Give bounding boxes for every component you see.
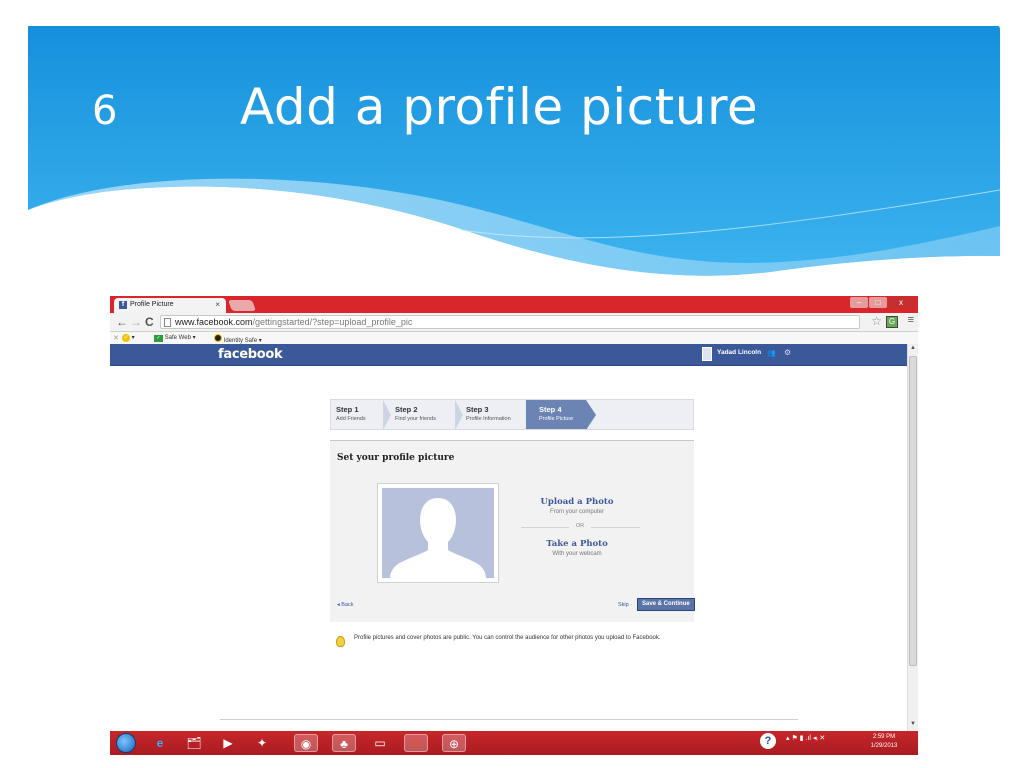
slide-number: 6 — [92, 88, 118, 134]
facebook-logo[interactable]: facebook — [218, 347, 283, 362]
default-avatar-silhouette-icon — [390, 498, 486, 578]
internet-explorer-icon[interactable]: e — [148, 734, 172, 752]
step-title: Step 2 — [395, 405, 418, 414]
step-title: Step 3 — [466, 405, 489, 414]
safe-web-menu[interactable]: ✓ Safe Web ▾ — [154, 334, 196, 342]
step-3[interactable]: Step 3 Profile Information — [466, 400, 511, 429]
chrome-icon[interactable]: ◉ — [294, 734, 318, 752]
taskbar-clock[interactable]: 2:59 PM 1/29/2013 — [862, 733, 906, 751]
window-controls: – □ x — [850, 297, 914, 309]
address-bar-row: ← → C www.facebook.com/gettingstarted/?s… — [110, 313, 918, 332]
step-1[interactable]: Step 1 Add Friends — [336, 400, 366, 429]
step-2[interactable]: Step 2 Find your friends — [395, 400, 436, 429]
extension-icon[interactable]: G — [886, 316, 898, 328]
avatar[interactable] — [702, 347, 712, 361]
maximize-button[interactable]: □ — [869, 297, 887, 308]
profile-picture-card: Set your profile picture Upload a Photo … — [330, 440, 695, 622]
norton-toolbar: ✕ ✓ ▾ ✓ Safe Web ▾ Identity Safe ▾ — [110, 332, 918, 344]
friend-requests-icon[interactable]: 👥 — [767, 349, 776, 357]
scroll-thumb[interactable] — [909, 356, 917, 666]
save-and-continue-button[interactable]: Save & Continue — [637, 598, 695, 611]
scroll-up-icon[interactable]: ▲ — [910, 345, 916, 351]
facebook-favicon-icon: f — [119, 301, 127, 309]
user-name-link[interactable]: Yadad Lincoln — [717, 349, 761, 356]
back-link[interactable]: ◂ Back — [337, 602, 354, 608]
upload-photo-subtitle: From your computer — [549, 509, 604, 515]
tab-title: Profile Picture — [130, 301, 174, 308]
card-title: Set your profile picture — [337, 453, 455, 463]
help-icon[interactable]: ? — [760, 733, 776, 749]
step-subtitle: Profile Information — [466, 416, 511, 422]
step-subtitle: Profile Picture — [539, 416, 574, 422]
start-button[interactable] — [116, 733, 136, 753]
privacy-notice-text: Profile pictures and cover photos are pu… — [354, 635, 661, 641]
slide-title: Add a profile picture — [240, 78, 759, 136]
gear-icon[interactable]: ⚙ — [784, 348, 791, 357]
check-icon: ✓ — [122, 334, 130, 342]
browser-screenshot: f Profile Picture × – □ x ← → C www.face… — [110, 296, 918, 755]
safe-web-icon: ✓ — [154, 335, 163, 342]
url-domain: www.facebook.com — [175, 317, 253, 327]
menu-icon[interactable]: ≡ — [908, 314, 914, 326]
computer-icon[interactable]: ▭ — [368, 734, 392, 752]
globe-icon[interactable]: ⊕ — [442, 734, 466, 752]
step-divider — [455, 400, 463, 430]
step-divider — [383, 400, 391, 430]
lightbulb-icon — [336, 636, 345, 647]
url-input[interactable]: www.facebook.com/gettingstarted/?step=up… — [160, 315, 860, 329]
step-subtitle: Add Friends — [336, 416, 366, 422]
clock-date: 1/29/2013 — [870, 743, 898, 749]
new-tab-button[interactable] — [227, 300, 257, 311]
step-4[interactable]: Step 4 Profile Picture — [539, 400, 573, 429]
tab-close-icon[interactable]: × — [215, 300, 220, 309]
browser-tab[interactable]: f Profile Picture × — [114, 298, 226, 313]
system-tray-icons[interactable]: ▴ ⚑ ▮ .ıl ◂ᵢ ✕ — [786, 734, 825, 752]
footer-divider — [220, 719, 798, 720]
safe-web-label: Safe Web ▾ — [164, 335, 196, 341]
norton-check-menu[interactable]: ✓ ▾ — [122, 334, 135, 342]
forward-arrow-icon[interactable]: → — [130, 315, 142, 329]
dropbox-icon[interactable]: ✦ — [250, 734, 274, 752]
powerpoint-icon[interactable]: P — [404, 734, 428, 752]
page-scrollbar[interactable]: ▲ ▼ — [907, 344, 918, 731]
skip-link[interactable]: Skip · — [618, 602, 632, 608]
or-label: OR — [569, 523, 591, 529]
step-subtitle: Find your friends — [395, 416, 436, 422]
upload-photo-link[interactable]: Upload a Photo — [510, 497, 644, 507]
profile-photo-placeholder — [377, 483, 499, 583]
take-photo-subtitle: With your webcam — [552, 551, 602, 557]
windows-taskbar: e 🗂 ▶ ✦ ◉ ♣ ▭ P ⊕ ? ▴ ⚑ ▮ .ıl ◂ᵢ ✕ 2:59 … — [110, 731, 918, 755]
page-icon — [164, 318, 171, 327]
app-icon[interactable]: ♣ — [332, 734, 356, 752]
silhouette-image — [382, 488, 494, 578]
facebook-header-bar: facebook Yadad Lincoln 👥 ⚙ — [110, 344, 907, 366]
media-player-icon[interactable]: ▶ — [216, 734, 240, 752]
getting-started-steps: Step 1 Add Friends Step 2 Find your frie… — [330, 399, 694, 430]
window-title-bar: f Profile Picture × – □ x — [110, 296, 918, 313]
header-wave-graphic — [28, 26, 1001, 276]
step-title: Step 4 — [539, 405, 562, 414]
take-photo-link[interactable]: Take a Photo — [510, 539, 644, 549]
active-step-arrow — [586, 400, 596, 430]
identity-safe-menu[interactable]: Identity Safe ▾ — [214, 334, 262, 344]
slide-header-banner: 6 Add a profile picture — [0, 0, 1024, 300]
close-window-button[interactable]: x — [888, 297, 914, 308]
url-path: /gettingstarted/?step=upload_profile_pic — [252, 317, 413, 327]
clock-time: 2:59 PM — [872, 734, 896, 740]
toolbar-close-icon[interactable]: ✕ — [113, 334, 119, 342]
file-explorer-icon[interactable]: 🗂 — [182, 734, 206, 752]
step-title: Step 1 — [336, 405, 359, 414]
bookmark-star-icon[interactable]: ☆ — [871, 314, 882, 328]
back-arrow-icon[interactable]: ← — [116, 315, 128, 329]
reload-icon[interactable]: C — [145, 315, 154, 329]
identity-safe-icon — [214, 334, 222, 342]
scroll-down-icon[interactable]: ▼ — [910, 721, 916, 727]
minimize-button[interactable]: – — [850, 297, 868, 308]
